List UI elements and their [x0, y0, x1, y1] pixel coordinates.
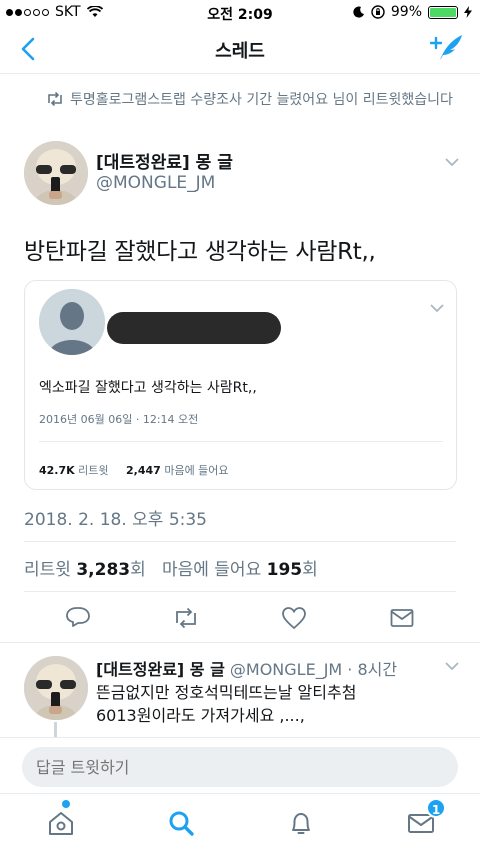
- reply-icon[interactable]: [64, 604, 92, 632]
- new-content-dot: [62, 800, 70, 808]
- status-right: 99%: [353, 4, 472, 20]
- reply-author-name: [대트정완료] 몽 글: [96, 660, 225, 679]
- quoted-tweet-card[interactable]: 엑소파길 잘했다고 생각하는 사람Rt,, 2016년 06월 06일 · 12…: [24, 280, 457, 490]
- tweet-text: 방탄파길 잘했다고 생각하는 사람Rt,,: [24, 239, 376, 265]
- battery-percent: 99%: [390, 4, 422, 20]
- thread-line: [54, 722, 57, 738]
- quoted-author-avatar[interactable]: [39, 289, 105, 355]
- divider: [24, 541, 456, 542]
- avatar-image: [24, 141, 88, 205]
- retweet-icon[interactable]: [172, 604, 200, 632]
- author-name[interactable]: [대트정완료] 몽 글: [96, 148, 233, 173]
- divider: [24, 591, 456, 592]
- retweet-icon: [48, 92, 62, 106]
- charging-icon: [464, 6, 472, 18]
- author-handle[interactable]: @MONGLE_JM: [96, 173, 215, 193]
- tweet-stats: 리트윗 3,283회 마음에 들어요 195회: [24, 555, 318, 580]
- quoted-tweet-text: 엑소파길 잘했다고 생각하는 사람Rt,,: [39, 380, 257, 396]
- reply-header[interactable]: [대트정완료] 몽 글 @MONGLE_JM · 8시간: [96, 656, 397, 680]
- page-title: 스레드: [215, 41, 265, 62]
- quoted-tweet-date: 2016년 06월 06일 · 12:14 오전: [39, 413, 199, 426]
- likes-suffix: 회: [302, 560, 318, 580]
- chevron-down-icon[interactable]: [429, 303, 445, 313]
- quoted-retweet-count: 42.7K: [39, 464, 75, 477]
- tweet-actions: [0, 600, 480, 636]
- quoted-like-count: 2,447: [126, 464, 161, 477]
- bell-icon: [292, 813, 310, 834]
- section-divider: [0, 642, 480, 643]
- retweet-context[interactable]: 투명홀로그램스트랩 수량조사 기간 늘렸어요 님이 리트윗했습니다: [48, 90, 462, 110]
- chevron-down-icon[interactable]: [444, 661, 460, 671]
- quoted-tweet-stats: 42.7K 리트윗 2,447 마음에 들어요: [39, 462, 229, 478]
- tab-search[interactable]: [166, 808, 200, 842]
- messages-badge: 1: [426, 798, 446, 818]
- retweets-stat[interactable]: 리트윗 3,283회: [24, 560, 146, 580]
- likes-count: 195: [266, 560, 303, 580]
- quoted-like-label: 마음에 들어요: [164, 464, 229, 477]
- like-heart-icon[interactable]: [280, 604, 308, 632]
- chevron-down-icon[interactable]: [444, 157, 460, 167]
- tab-messages[interactable]: 1: [406, 798, 446, 842]
- quoted-retweet-label: 리트윗: [78, 464, 109, 477]
- moon-icon: [353, 6, 364, 18]
- battery-level: [430, 7, 456, 17]
- retweet-context-text: 투명홀로그램스트랩 수량조사 기간 늘렸어요 님이 리트윗했습니다: [70, 92, 453, 108]
- reply-author-avatar[interactable]: [24, 656, 88, 720]
- retweets-suffix: 회: [130, 560, 146, 580]
- tab-bar: 1: [0, 793, 480, 853]
- status-bar: SKT 오전 2:09 99%: [0, 0, 480, 24]
- quoted-author-name-redacted: [107, 312, 281, 344]
- tab-notifications[interactable]: [286, 808, 320, 842]
- divider: [39, 441, 443, 442]
- navigation-bar: 스레드: [0, 24, 480, 74]
- reply-input[interactable]: [22, 747, 458, 787]
- likes-label: 마음에 들어요: [161, 560, 262, 580]
- tweet-timestamp: 2018. 2. 18. 오후 5:35: [24, 510, 207, 530]
- tab-home[interactable]: [46, 800, 80, 842]
- home-icon: [49, 812, 73, 835]
- reply-text-line: 6013원이라도 가져가세요 ,...,: [96, 706, 305, 725]
- likes-stat[interactable]: 마음에 들어요 195회: [162, 560, 318, 580]
- reply-text: 뜬금없지만 정호석믹테뜨는날 알티추첨 6013원이라도 가져가세요 ,...,: [96, 681, 436, 727]
- share-mail-icon[interactable]: [388, 604, 416, 632]
- avatar-image: [24, 656, 88, 720]
- retweets-count: 3,283: [76, 560, 131, 580]
- reply-compose-bar: [0, 737, 480, 793]
- battery-icon: [428, 5, 458, 19]
- reply-meta: @MONGLE_JM · 8시간: [229, 660, 398, 679]
- compose-tweet-button[interactable]: [430, 32, 464, 64]
- reply-text-line: 뜬금없지만 정호석믹테뜨는날 알티추첨: [96, 683, 357, 702]
- author-avatar[interactable]: [24, 141, 88, 205]
- search-icon: [169, 811, 194, 836]
- orientation-lock-icon: [371, 5, 385, 19]
- retweets-label: 리트윗: [24, 560, 71, 580]
- default-avatar-icon: [39, 289, 105, 355]
